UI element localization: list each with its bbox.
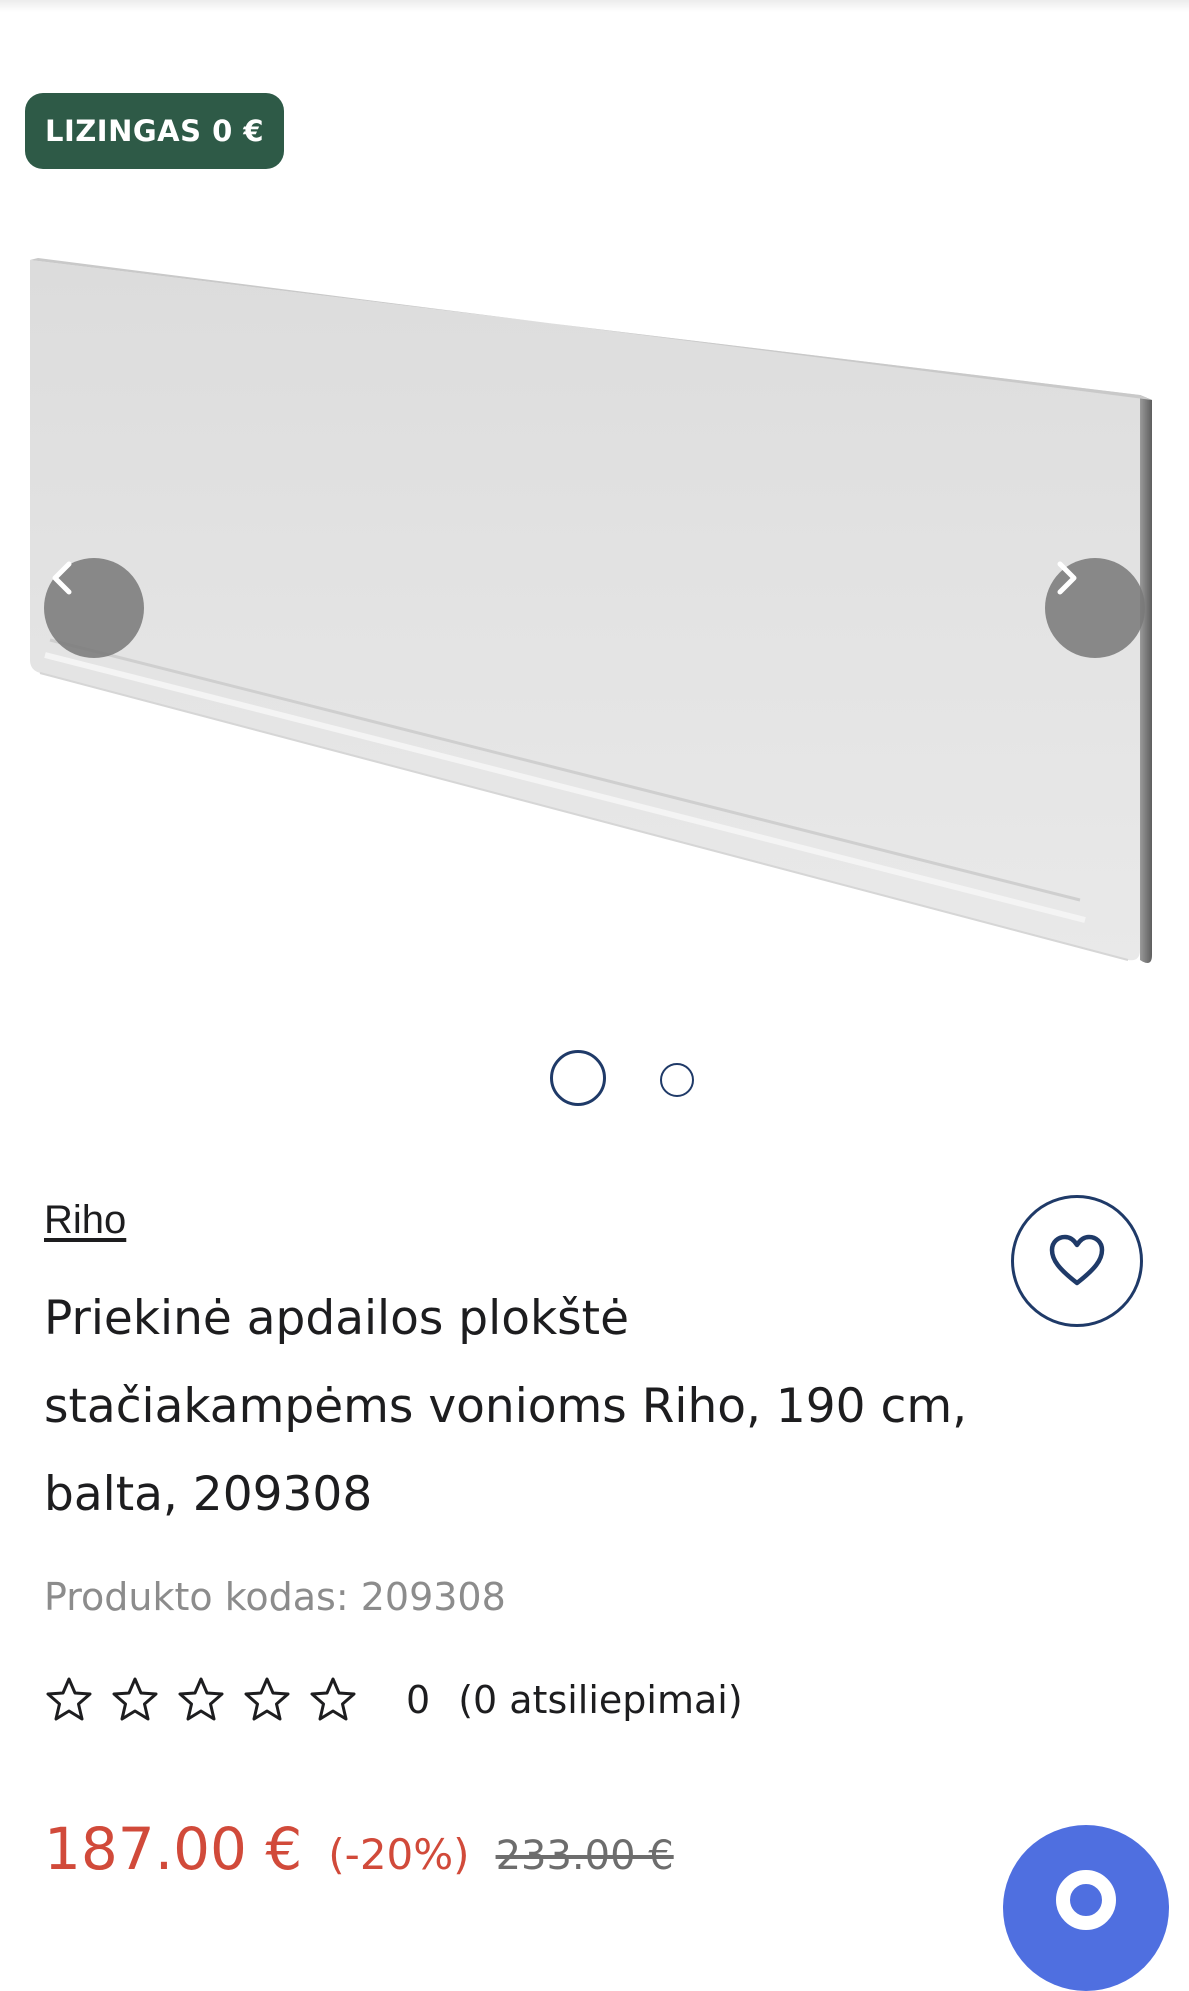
gallery-next-button[interactable]	[1045, 558, 1145, 658]
gallery-dot-active[interactable]	[550, 1050, 606, 1106]
top-bar	[0, 0, 1189, 12]
product-code: Produkto kodas: 209308	[44, 1575, 506, 1619]
heart-icon	[1049, 1234, 1105, 1286]
chat-icon	[1056, 1870, 1116, 1930]
product-title: Priekinė apdailos plokštė stačiakampėms …	[44, 1291, 968, 1522]
chevron-right-icon	[1057, 561, 1077, 595]
chat-button[interactable]	[1003, 1825, 1169, 1991]
favorite-button[interactable]	[1011, 1195, 1143, 1327]
star-icon[interactable]	[176, 1675, 226, 1725]
chevron-left-icon	[52, 561, 72, 595]
price-row: 187.00 € (-20%) 233.00 €	[44, 1815, 674, 1885]
star-icon[interactable]	[308, 1675, 358, 1725]
current-price: 187.00 €	[44, 1815, 303, 1883]
gallery-prev-button[interactable]	[44, 558, 144, 658]
leasing-badge: LIZINGAS 0 €	[25, 93, 285, 169]
reviews-link[interactable]: (0 atsiliepimai)	[458, 1678, 742, 1722]
brand-link[interactable]: Riho	[44, 1198, 126, 1243]
star-icon[interactable]	[110, 1675, 160, 1725]
discount-badge: (-20%)	[328, 1830, 470, 1879]
old-price: 233.00 €	[495, 1833, 674, 1879]
product-gallery[interactable]	[0, 230, 1189, 990]
product-image	[30, 258, 1152, 964]
star-icon[interactable]	[242, 1675, 292, 1725]
rating-row: 0 (0 atsiliepimai)	[44, 1670, 743, 1730]
rating-count: 0	[406, 1678, 431, 1722]
gallery-dot[interactable]	[660, 1063, 694, 1097]
star-icon[interactable]	[44, 1675, 94, 1725]
product-code-text: Produkto kodas: 209308	[44, 1575, 506, 1619]
gallery-pagination	[0, 1050, 1189, 1110]
